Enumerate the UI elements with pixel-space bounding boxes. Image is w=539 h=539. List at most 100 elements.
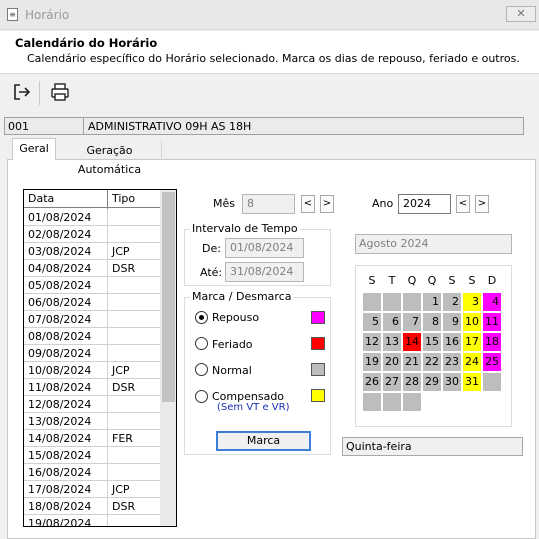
calendar-day[interactable]: 22 (423, 353, 441, 371)
column-header-tipo[interactable]: Tipo (112, 192, 135, 205)
marca-button[interactable]: Marca (216, 431, 311, 451)
de-label: De: (202, 242, 221, 255)
exit-button[interactable] (10, 80, 34, 104)
table-row[interactable]: 09/08/2024 (24, 345, 160, 362)
mes-prev-button[interactable]: < (301, 195, 315, 213)
calendar-day[interactable]: 12 (363, 333, 381, 351)
table-row[interactable]: 16/08/2024 (24, 464, 160, 481)
calendar-day[interactable]: 25 (483, 353, 501, 371)
row-date: 04/08/2024 (28, 262, 92, 275)
row-date: 05/08/2024 (28, 279, 92, 292)
calendar-blank-cell (363, 293, 381, 311)
table-row[interactable]: 07/08/2024 (24, 311, 160, 328)
swatch-compensado (311, 389, 325, 402)
row-date: 16/08/2024 (28, 466, 92, 479)
header-title: Calendário do Horário (15, 36, 158, 50)
calendar-day[interactable]: 23 (443, 353, 461, 371)
calendar-day[interactable]: 10 (463, 313, 481, 331)
label-feriado[interactable]: Feriado (212, 338, 253, 351)
calendar-day[interactable]: 8 (423, 313, 441, 331)
grid-scrollbar[interactable] (160, 190, 176, 526)
calendar-day[interactable]: 27 (383, 373, 401, 391)
calendar-day[interactable]: 1 (423, 293, 441, 311)
table-row[interactable]: 19/08/2024 (24, 515, 160, 527)
printer-icon (51, 83, 69, 101)
calendar-day[interactable]: 3 (463, 293, 481, 311)
calendar-day[interactable]: 6 (383, 313, 401, 331)
tab-geracao-automatica[interactable]: Geração Automática (58, 141, 162, 176)
close-button[interactable]: ✕ (506, 6, 536, 22)
title-bar: ≡ Horário ✕ (0, 0, 539, 30)
radio-repouso[interactable] (195, 311, 208, 324)
tab-geral[interactable]: Geral (12, 138, 56, 160)
calendar-day[interactable]: 7 (403, 313, 421, 331)
calendar-blank-cell (403, 393, 421, 411)
ano-prev-button[interactable]: < (456, 195, 470, 213)
calendar-day[interactable]: 18 (483, 333, 501, 351)
radio-compensado[interactable] (195, 390, 208, 403)
table-row[interactable]: 18/08/2024 DSR (24, 498, 160, 515)
cell-divider (107, 209, 108, 226)
table-row[interactable]: 14/08/2024 FER (24, 430, 160, 447)
scrollbar-thumb[interactable] (162, 192, 175, 402)
mes-next-button[interactable]: > (320, 195, 334, 213)
ate-field[interactable]: 31/08/2024 (225, 262, 304, 282)
mes-field[interactable]: 8 (242, 194, 295, 214)
dates-grid[interactable]: Data Tipo 01/08/2024 02/08/2024 03/08/2024… (23, 189, 177, 527)
print-button[interactable] (48, 80, 72, 104)
table-row[interactable]: 15/08/2024 (24, 447, 160, 464)
calendar-day[interactable]: 30 (443, 373, 461, 391)
table-row[interactable]: 01/08/2024 (24, 209, 160, 226)
table-row[interactable]: 05/08/2024 (24, 277, 160, 294)
calendar-day[interactable]: 19 (363, 353, 381, 371)
row-date: 01/08/2024 (28, 211, 92, 224)
row-date: 13/08/2024 (28, 415, 92, 428)
calendar-day[interactable]: 26 (363, 373, 381, 391)
calendar-day[interactable]: 21 (403, 353, 421, 371)
calendar-day[interactable]: 11 (483, 313, 501, 331)
label-repouso[interactable]: Repouso (212, 311, 259, 324)
calendar-day[interactable]: 2 (443, 293, 461, 311)
table-row[interactable]: 06/08/2024 (24, 294, 160, 311)
ano-next-button[interactable]: > (475, 195, 489, 213)
calendar-day[interactable]: 15 (423, 333, 441, 351)
label-normal[interactable]: Normal (212, 364, 252, 377)
window-title: Horário (25, 8, 70, 22)
table-row[interactable]: 17/08/2024 JCP (24, 481, 160, 498)
calendar-blank-cell (363, 393, 381, 411)
toolbar-separator (39, 81, 40, 105)
calendar-day[interactable]: 13 (383, 333, 401, 351)
table-row[interactable]: 10/08/2024 JCP (24, 362, 160, 379)
calendar-day[interactable]: 24 (463, 353, 481, 371)
radio-normal[interactable] (195, 363, 208, 376)
calendar-day[interactable]: 29 (423, 373, 441, 391)
table-row[interactable]: 02/08/2024 (24, 226, 160, 243)
de-field[interactable]: 01/08/2024 (225, 238, 304, 258)
calendar-day[interactable]: 5 (363, 313, 381, 331)
ano-field[interactable]: 2024 (398, 194, 451, 214)
calendar-day[interactable]: 9 (443, 313, 461, 331)
table-row[interactable]: 11/08/2024 DSR (24, 379, 160, 396)
exit-icon (14, 84, 31, 100)
swatch-repouso (311, 311, 325, 324)
app-icon: ≡ (7, 8, 18, 21)
table-row[interactable]: 13/08/2024 (24, 413, 160, 430)
calendar-day[interactable]: 4 (483, 293, 501, 311)
calendar-day[interactable]: 31 (463, 373, 481, 391)
column-header-data[interactable]: Data (28, 192, 54, 205)
calendar-day[interactable]: 20 (383, 353, 401, 371)
table-row[interactable]: 03/08/2024 JCP (24, 243, 160, 260)
row-date: 02/08/2024 (28, 228, 92, 241)
radio-feriado[interactable] (195, 337, 208, 350)
row-date: 14/08/2024 (28, 432, 92, 445)
calendar-day[interactable]: 14 (403, 333, 421, 351)
weekday-header: S (448, 274, 456, 287)
table-row[interactable]: 12/08/2024 (24, 396, 160, 413)
table-row[interactable]: 08/08/2024 (24, 328, 160, 345)
calendar-day[interactable]: 16 (443, 333, 461, 351)
calendar-day[interactable]: 28 (403, 373, 421, 391)
row-date: 19/08/2024 (28, 517, 92, 527)
table-row[interactable]: 04/08/2024 DSR (24, 260, 160, 277)
header-subtitle: Calendário específico do Horário selecio… (27, 52, 520, 65)
calendar-day[interactable]: 17 (463, 333, 481, 351)
